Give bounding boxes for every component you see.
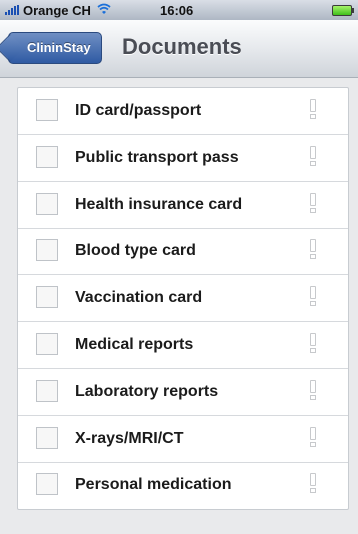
back-button-label: ClininStay [27, 40, 91, 55]
exclamation-icon [310, 99, 316, 120]
document-checkbox[interactable] [36, 286, 58, 309]
document-row[interactable]: Laboratory reports [18, 369, 348, 416]
document-checkbox[interactable] [36, 426, 58, 449]
signal-strength-icon [5, 5, 20, 15]
status-bar: Orange CH 16:06 [0, 0, 358, 20]
exclamation-icon [310, 239, 316, 260]
document-label: Blood type card [75, 242, 196, 260]
exclamation-icon [310, 192, 316, 214]
exclamation-icon [310, 379, 316, 401]
document-checkbox[interactable] [36, 145, 58, 168]
navigation-bar: ClininStay Documents [0, 20, 358, 78]
exclamation-icon [310, 145, 316, 167]
battery-icon [332, 5, 354, 16]
document-label: Laboratory reports [75, 382, 219, 400]
document-row[interactable]: Blood type card [18, 228, 348, 276]
document-label: Public transport pass [75, 148, 239, 166]
exclamation-icon [310, 333, 316, 354]
document-checkbox[interactable] [36, 379, 58, 402]
carrier-name: Orange CH [23, 2, 91, 18]
document-row[interactable]: Public transport pass [18, 135, 348, 182]
page-title: Documents [122, 34, 242, 59]
exclamation-icon [310, 286, 316, 307]
document-row[interactable]: Personal medication [18, 462, 348, 508]
exclamation-icon [310, 426, 316, 448]
document-label: Vaccination card [75, 289, 203, 307]
document-checkbox[interactable] [36, 192, 58, 215]
document-label: Personal medication [75, 476, 232, 494]
wifi-icon [97, 3, 111, 17]
document-row[interactable]: ID card/passport [18, 88, 348, 135]
document-label: Medical reports [75, 336, 194, 353]
document-row[interactable]: Medical reports [18, 322, 348, 369]
document-label: X-rays/MRI/CT [75, 429, 184, 447]
document-checkbox[interactable] [36, 333, 58, 355]
document-label: Health insurance card [75, 195, 243, 213]
document-checkbox[interactable] [36, 473, 58, 496]
clock: 16:06 [160, 2, 194, 18]
exclamation-icon [310, 473, 316, 494]
document-row[interactable]: X-rays/MRI/CT [18, 416, 348, 463]
document-row[interactable]: Vaccination card [18, 275, 348, 323]
back-button[interactable]: ClininStay [8, 32, 102, 64]
documents-list: ID card/passport Public transport pass Hea… [17, 87, 349, 510]
document-row[interactable]: Health insurance card [18, 182, 348, 229]
document-checkbox[interactable] [36, 99, 58, 121]
document-checkbox[interactable] [36, 239, 58, 262]
document-label: ID card/passport [75, 102, 202, 119]
